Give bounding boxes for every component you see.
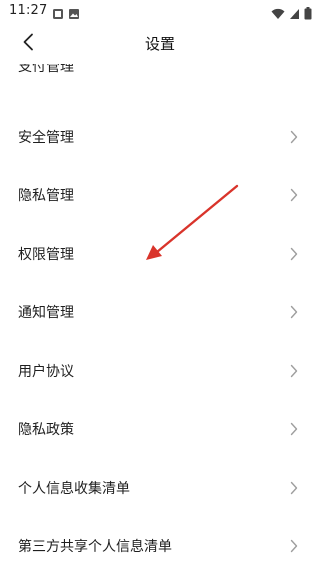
- settings-item-personal-info-list[interactable]: 个人信息收集清单: [0, 459, 320, 517]
- settings-item-label: 支付管理: [18, 64, 74, 75]
- chevron-right-icon: [290, 481, 298, 495]
- settings-item-label: 个人信息收集清单: [18, 481, 130, 497]
- settings-item-label: 第三方共享个人信息清单: [18, 539, 172, 555]
- chevron-right-icon: [290, 539, 298, 553]
- signal-icon: [289, 5, 300, 24]
- chevron-right-icon: [290, 188, 298, 202]
- settings-item-label: 安全管理: [18, 130, 74, 146]
- settings-item-payment[interactable]: 支付管理: [0, 64, 320, 98]
- battery-icon: [304, 5, 312, 24]
- status-time: 11:27: [9, 3, 48, 18]
- chevron-right-icon: [290, 130, 298, 144]
- wifi-icon: [271, 5, 285, 24]
- gallery-notification-icon: [52, 5, 64, 19]
- settings-list: 支付管理 安全管理 隐私管理 权限管理 通知管理 用户协议 隐私政策 个人信息收…: [0, 64, 320, 568]
- settings-item-permissions[interactable]: 权限管理: [0, 225, 320, 283]
- settings-item-third-party-sharing-list[interactable]: 第三方共享个人信息清单: [0, 517, 320, 568]
- chevron-right-icon: [290, 364, 298, 378]
- page-title: 设置: [144, 35, 175, 53]
- chevron-right-icon: [290, 305, 298, 319]
- image-notification-icon: [68, 5, 80, 19]
- chevron-right-icon: [290, 422, 298, 436]
- settings-item-notifications[interactable]: 通知管理: [0, 283, 320, 341]
- settings-item-label: 通知管理: [18, 305, 74, 321]
- settings-item-label: 隐私政策: [18, 422, 74, 438]
- app-bar: 设置: [0, 24, 320, 64]
- system-icons: [271, 5, 312, 24]
- settings-item-label: 隐私管理: [18, 188, 74, 204]
- status-bar: 11:27: [0, 0, 320, 24]
- settings-item-user-agreement[interactable]: 用户协议: [0, 342, 320, 400]
- settings-item-privacy-policy[interactable]: 隐私政策: [0, 400, 320, 458]
- settings-item-privacy[interactable]: 隐私管理: [0, 166, 320, 224]
- settings-item-label: 用户协议: [18, 364, 74, 380]
- settings-item-label: 权限管理: [18, 247, 74, 263]
- settings-item-security[interactable]: 安全管理: [0, 108, 320, 166]
- chevron-right-icon: [290, 247, 298, 261]
